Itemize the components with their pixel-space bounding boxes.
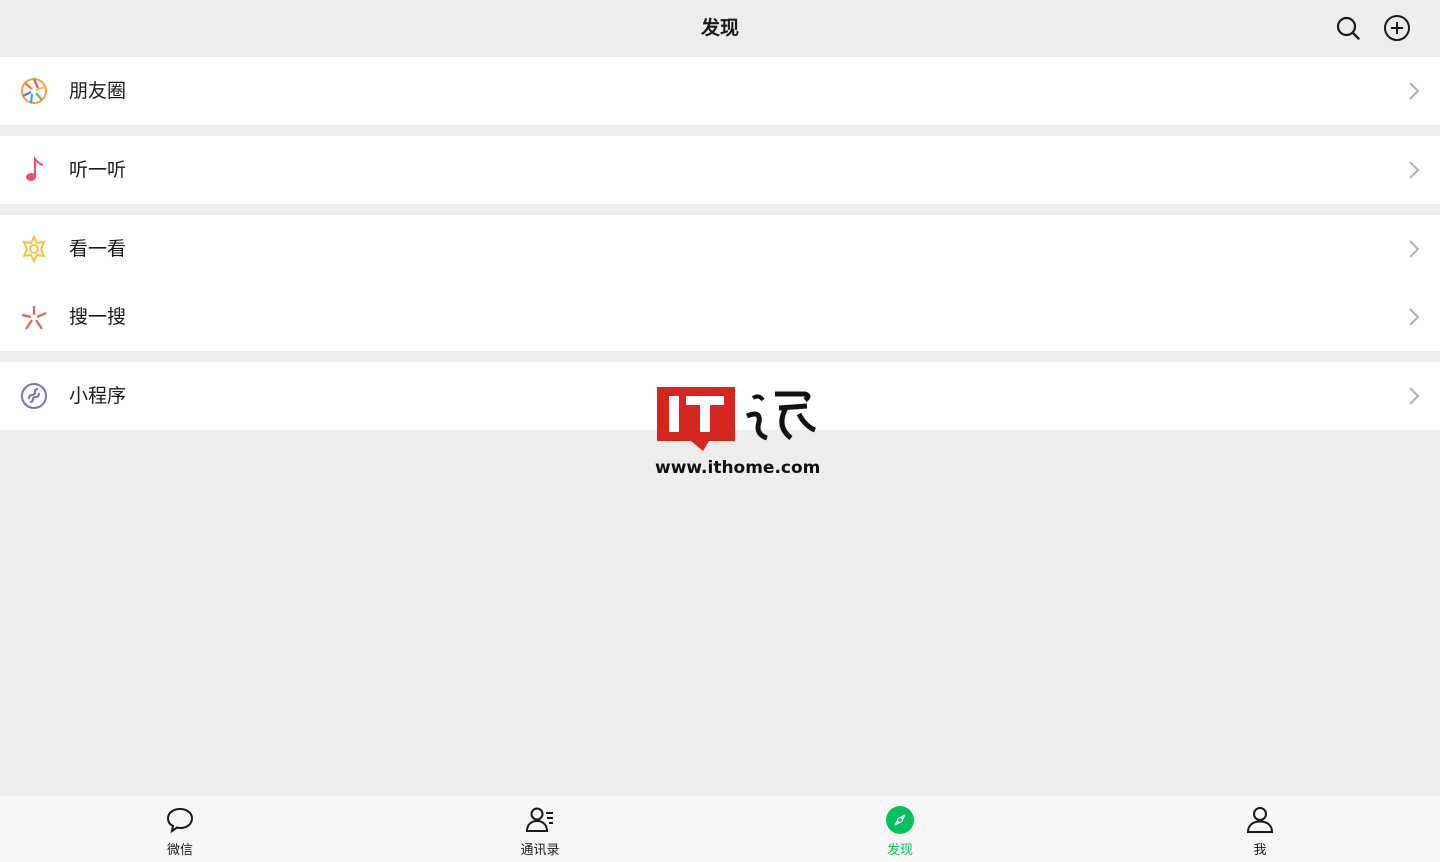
chevron-right-icon: [1408, 386, 1420, 406]
menu-item-label: 看一看: [69, 238, 127, 260]
tab-contacts[interactable]: 通讯录: [480, 796, 600, 862]
tab-label: 通讯录: [520, 843, 560, 858]
ithome-logo: [657, 387, 817, 451]
menu-item-label: 朋友圈: [69, 80, 127, 102]
mini-program-icon: [20, 382, 48, 410]
menu-item-label: 小程序: [69, 385, 127, 407]
search-spark-icon: [20, 303, 48, 331]
chevron-right-icon: [1408, 307, 1420, 327]
music-note-icon: [20, 156, 48, 184]
add-circle-icon[interactable]: [1382, 13, 1412, 43]
watermark-url: www.ithome.com: [655, 458, 821, 478]
tab-chats[interactable]: 微信: [120, 796, 240, 862]
chevron-right-icon: [1408, 239, 1420, 259]
chevron-right-icon: [1408, 160, 1420, 180]
menu-item-listen[interactable]: 听一听: [0, 136, 1440, 204]
top-stories-icon: [20, 235, 48, 263]
menu-item-label: 听一听: [69, 159, 127, 181]
menu-item-top-stories[interactable]: 看一看: [0, 215, 1440, 283]
menu-item-moments[interactable]: 朋友圈: [0, 57, 1440, 125]
compass-icon: [885, 805, 915, 835]
tab-me[interactable]: 我: [1200, 796, 1320, 862]
chevron-right-icon: [1408, 81, 1420, 101]
bottom-tab-bar: 微信 通讯录 发现 我: [0, 796, 1440, 862]
contacts-icon: [525, 805, 555, 835]
menu-item-search[interactable]: 搜一搜: [0, 283, 1440, 351]
tab-label: 我: [1253, 843, 1267, 858]
tab-discover[interactable]: 发现: [840, 796, 960, 862]
person-icon: [1245, 805, 1275, 835]
menu-item-label: 搜一搜: [69, 306, 127, 328]
top-navigation-bar: 发现: [0, 0, 1440, 56]
tab-label: 微信: [166, 843, 193, 858]
page-title: 发现: [700, 17, 739, 39]
tab-label: 发现: [886, 843, 913, 858]
moments-aperture-icon: [20, 77, 48, 105]
chat-bubble-icon: [165, 805, 195, 835]
ithome-watermark: www.ithome.com: [655, 386, 821, 482]
search-icon[interactable]: [1333, 13, 1363, 43]
